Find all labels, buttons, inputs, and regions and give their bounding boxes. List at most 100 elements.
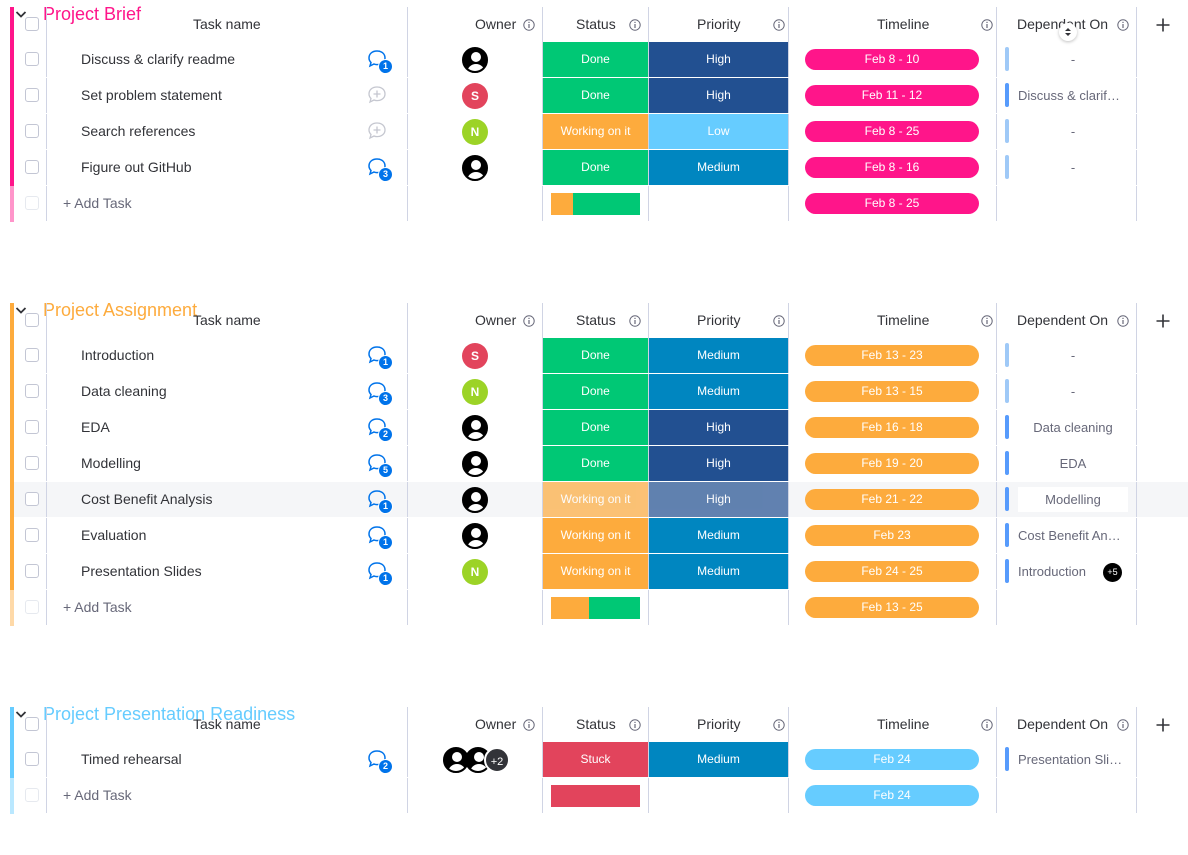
owner-avatar[interactable]: S	[462, 83, 488, 109]
timeline-pill[interactable]: Feb 8 - 16	[805, 157, 979, 178]
priority-label[interactable]: Medium	[649, 742, 788, 777]
add-column-icon[interactable]	[1155, 313, 1171, 329]
task-name-cell[interactable]: Introduction 1	[47, 338, 408, 373]
task-name-cell[interactable]: Presentation Slides 1	[47, 554, 408, 589]
priority-cell[interactable]: Medium	[649, 554, 789, 589]
row-checkbox[interactable]	[25, 88, 39, 102]
timeline-pill[interactable]: Feb 11 - 12	[805, 85, 979, 106]
add-update-icon[interactable]	[367, 121, 393, 145]
column-header-status[interactable]: Status	[543, 303, 649, 338]
column-header-status[interactable]: Status	[543, 7, 649, 42]
dependent-on-cell[interactable]: Data cleaning	[997, 410, 1137, 445]
status-distribution-bar[interactable]	[551, 597, 640, 619]
timeline-pill[interactable]: Feb 13 - 15	[805, 381, 979, 402]
priority-label[interactable]: Low	[649, 114, 788, 149]
status-cell[interactable]: Done	[543, 42, 649, 77]
row-checkbox[interactable]	[25, 752, 39, 766]
owner-avatar[interactable]	[462, 451, 488, 477]
dependent-on-value[interactable]: -	[1009, 114, 1137, 149]
timeline-pill[interactable]: Feb 24	[805, 749, 979, 770]
owner-avatar[interactable]	[462, 47, 488, 73]
column-header-timeline[interactable]: Timeline	[789, 7, 997, 42]
column-header-priority[interactable]: Priority	[649, 7, 789, 42]
column-header-dependent-on[interactable]: Dependent On	[997, 707, 1137, 742]
owner-cell[interactable]: N	[408, 114, 543, 149]
row-checkbox[interactable]	[25, 456, 39, 470]
timeline-cell[interactable]: Feb 16 - 18	[789, 410, 997, 445]
priority-label[interactable]: High	[649, 446, 788, 481]
timeline-cell[interactable]: Feb 8 - 10	[789, 42, 997, 77]
owner-cell[interactable]: +2	[408, 742, 543, 777]
timeline-pill[interactable]: Feb 16 - 18	[805, 417, 979, 438]
updates-icon[interactable]: 2	[367, 749, 393, 774]
owner-avatar[interactable]: N	[462, 559, 488, 585]
timeline-cell[interactable]: Feb 13 - 15	[789, 374, 997, 409]
dependent-on-value[interactable]: Discuss & clarify readme	[1018, 78, 1126, 113]
dependent-on-cell[interactable]: Presentation Slides	[997, 742, 1137, 777]
updates-icon[interactable]: 1	[367, 489, 393, 514]
info-icon[interactable]	[981, 718, 993, 731]
row-checkbox[interactable]	[25, 492, 39, 506]
info-icon[interactable]	[629, 718, 641, 731]
task-name[interactable]: Set problem statement	[81, 78, 222, 113]
dependent-on-value[interactable]: Modelling	[1018, 487, 1128, 512]
status-summary-cell[interactable]	[543, 778, 649, 813]
dependent-on-value[interactable]: Presentation Slides	[1018, 742, 1126, 777]
updates-icon[interactable]: 1	[367, 345, 393, 370]
priority-cell[interactable]: Medium	[649, 374, 789, 409]
dependent-on-value[interactable]: -	[1009, 338, 1137, 373]
priority-label[interactable]: High	[649, 410, 788, 445]
owner-cell[interactable]	[408, 410, 543, 445]
priority-cell[interactable]: Low	[649, 114, 789, 149]
info-icon[interactable]	[981, 18, 993, 31]
add-task-input[interactable]: + Add Task	[63, 590, 132, 625]
owner-cell[interactable]	[408, 518, 543, 553]
column-header-owner[interactable]: Owner	[408, 303, 543, 338]
status-label[interactable]: Working on it	[543, 482, 648, 517]
status-label[interactable]: Stuck	[543, 742, 648, 777]
dependent-on-cell[interactable]: -	[997, 338, 1137, 373]
task-name-cell[interactable]: Figure out GitHub 3	[47, 150, 408, 185]
row-checkbox[interactable]	[25, 124, 39, 138]
owner-avatar[interactable]	[462, 487, 488, 513]
priority-label[interactable]: Medium	[649, 554, 788, 589]
priority-cell[interactable]: Medium	[649, 338, 789, 373]
owner-avatar[interactable]: S	[462, 343, 488, 369]
updates-icon[interactable]: 3	[367, 381, 393, 406]
task-name[interactable]: Search references	[81, 114, 195, 149]
info-icon[interactable]	[1117, 718, 1129, 731]
task-name-cell[interactable]: Cost Benefit Analysis 1	[47, 482, 408, 517]
status-label[interactable]: Working on it	[543, 554, 648, 589]
owner-avatar[interactable]	[462, 415, 488, 441]
timeline-cell[interactable]: Feb 11 - 12	[789, 78, 997, 113]
info-icon[interactable]	[629, 18, 641, 31]
timeline-cell[interactable]: Feb 23	[789, 518, 997, 553]
owner-cell[interactable]: N	[408, 374, 543, 409]
add-column-icon[interactable]	[1155, 717, 1171, 733]
info-icon[interactable]	[629, 314, 641, 327]
priority-cell[interactable]: Medium	[649, 150, 789, 185]
select-all-checkbox[interactable]	[25, 717, 39, 731]
status-label[interactable]: Working on it	[543, 114, 648, 149]
column-header-priority[interactable]: Priority	[649, 707, 789, 742]
timeline-cell[interactable]: Feb 19 - 20	[789, 446, 997, 481]
column-header-task-name[interactable]: Task name	[47, 7, 408, 42]
priority-cell[interactable]: High	[649, 410, 789, 445]
updates-icon[interactable]: 2	[367, 417, 393, 442]
column-header-timeline[interactable]: Timeline	[789, 707, 997, 742]
owner-avatar[interactable]	[462, 523, 488, 549]
owner-cell[interactable]	[408, 482, 543, 517]
updates-icon[interactable]: 1	[367, 525, 393, 550]
sort-icon[interactable]	[1059, 23, 1077, 41]
column-header-owner[interactable]: Owner	[408, 707, 543, 742]
row-checkbox[interactable]	[25, 564, 39, 578]
column-header-task-name[interactable]: Task name	[47, 303, 408, 338]
add-update-icon[interactable]	[367, 85, 393, 109]
info-icon[interactable]	[1117, 18, 1129, 31]
timeline-cell[interactable]: Feb 13 - 23	[789, 338, 997, 373]
task-name[interactable]: Introduction	[81, 338, 154, 373]
dependent-on-cell[interactable]: Introduction +5	[997, 554, 1137, 589]
dependent-on-value[interactable]: -	[1009, 42, 1137, 77]
owner-cell[interactable]	[408, 150, 543, 185]
updates-icon[interactable]: 5	[367, 453, 393, 478]
